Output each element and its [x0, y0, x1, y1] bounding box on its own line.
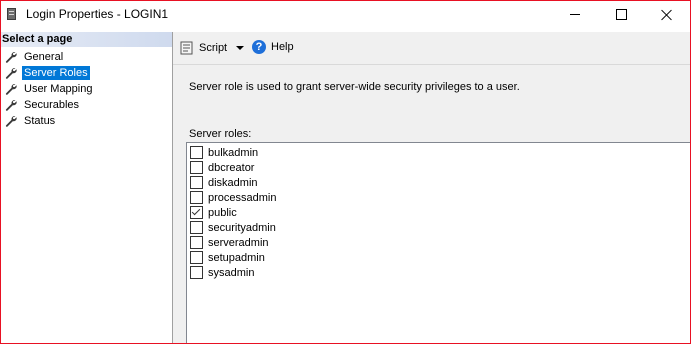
wrench-icon: [4, 98, 18, 112]
minimize-button[interactable]: [552, 1, 598, 28]
wrench-icon: [4, 82, 18, 96]
toolbar-divider: [173, 64, 690, 65]
wrench-icon: [4, 50, 18, 64]
page-item-label: Status: [24, 114, 56, 127]
server-roles-list[interactable]: bulkadmin dbcreator diskadmin processadmin p…: [186, 142, 690, 343]
page-item-user-mapping[interactable]: User Mapping: [4, 81, 94, 96]
script-label: Script: [199, 42, 228, 54]
role-checkbox[interactable]: [190, 251, 203, 264]
role-label: processadmin: [208, 191, 277, 204]
window-title: Login Properties - LOGIN1: [26, 7, 169, 21]
role-label: public: [208, 206, 237, 219]
role-checkbox[interactable]: [190, 221, 203, 234]
page-item-server-roles[interactable]: Server Roles: [4, 65, 90, 80]
maximize-button[interactable]: [598, 1, 644, 28]
role-label: diskadmin: [208, 176, 258, 189]
help-label: Help: [271, 41, 294, 53]
page-item-label: General: [24, 50, 64, 63]
role-item-serveradmin[interactable]: serveradmin: [190, 235, 269, 250]
role-checkbox[interactable]: [190, 161, 203, 174]
script-button[interactable]: Script: [180, 40, 227, 56]
page-selector-panel: Select a page General Server Roles User Ma…: [1, 32, 173, 343]
role-item-diskadmin[interactable]: diskadmin: [190, 175, 258, 190]
role-item-setupadmin[interactable]: setupadmin: [190, 250, 265, 265]
role-label: sysadmin: [208, 266, 255, 279]
role-label: serveradmin: [208, 236, 269, 249]
toolbar: Script ? Help: [173, 32, 690, 64]
role-label: dbcreator: [208, 161, 255, 174]
minimize-icon: [570, 14, 580, 15]
role-label: securityadmin: [208, 221, 276, 234]
script-icon: [180, 41, 193, 55]
role-label: bulkadmin: [208, 146, 259, 159]
role-checkbox[interactable]: [190, 236, 203, 249]
role-item-public[interactable]: public: [190, 205, 237, 220]
server-role-description: Server role is used to grant server-wide…: [189, 81, 520, 93]
page-item-label: User Mapping: [24, 82, 93, 95]
wrench-icon: [4, 114, 18, 128]
server-icon: [7, 8, 16, 20]
role-item-dbcreator[interactable]: dbcreator: [190, 160, 254, 175]
page-item-general[interactable]: General: [4, 49, 65, 64]
select-page-label: Select a page: [2, 33, 73, 45]
role-checkbox[interactable]: [190, 176, 203, 189]
select-page-header: Select a page: [1, 32, 172, 47]
close-icon: [661, 9, 673, 21]
wrench-icon: [4, 66, 18, 80]
role-item-processadmin[interactable]: processadmin: [190, 190, 276, 205]
help-button[interactable]: ? Help: [252, 39, 294, 55]
role-checkbox[interactable]: [190, 191, 203, 204]
role-checkbox[interactable]: [190, 146, 203, 159]
maximize-icon: [615, 9, 627, 20]
role-item-sysadmin[interactable]: sysadmin: [190, 265, 254, 280]
close-button[interactable]: [644, 1, 690, 28]
page-item-securables[interactable]: Securables: [4, 97, 81, 112]
title-bar[interactable]: Login Properties - LOGIN1: [1, 1, 690, 28]
page-item-status[interactable]: Status: [4, 113, 57, 128]
role-label: setupadmin: [208, 251, 265, 264]
help-icon: ?: [252, 40, 266, 54]
script-dropdown-arrow-icon[interactable]: [236, 46, 244, 50]
role-item-securityadmin[interactable]: securityadmin: [190, 220, 276, 235]
page-item-label: Server Roles: [22, 65, 90, 80]
server-roles-caption: Server roles:: [189, 128, 252, 140]
role-checkbox[interactable]: [190, 206, 203, 219]
role-checkbox[interactable]: [190, 266, 203, 279]
page-item-label: Securables: [24, 98, 80, 111]
content-panel: Script ? Help Server role is used to gra…: [173, 32, 690, 343]
login-properties-window: Login Properties - LOGIN1 Select a page …: [0, 0, 691, 344]
role-item-bulkadmin[interactable]: bulkadmin: [190, 145, 258, 160]
